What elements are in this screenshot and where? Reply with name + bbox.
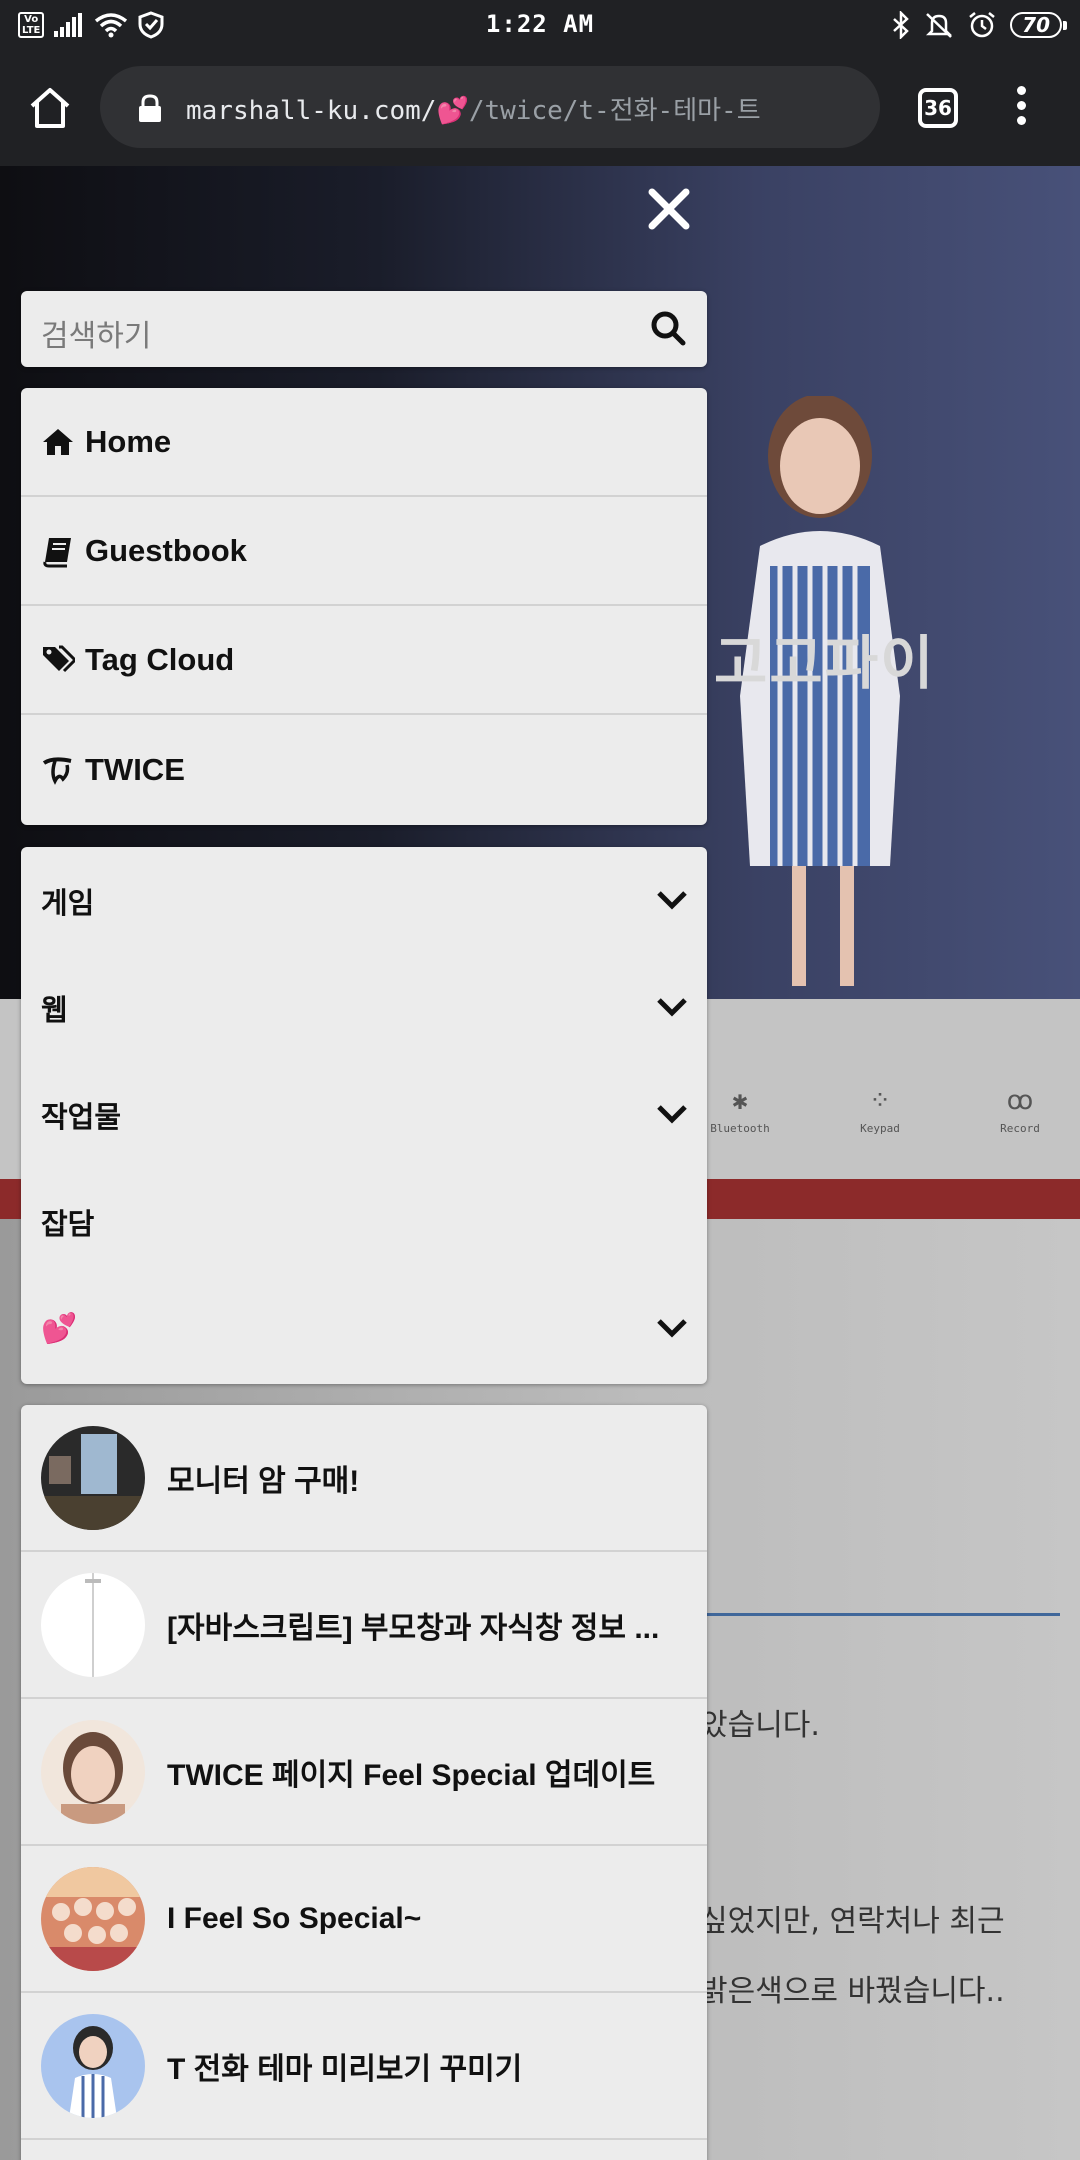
tags-icon [43, 645, 75, 672]
twice-logo-icon [42, 756, 72, 785]
browser-toolbar: marshall-ku.com/💕/twice/t-전화-테마-트 36 [0, 50, 1080, 166]
category-web[interactable]: 웹 [21, 954, 707, 1061]
bluetooth-call-icon: ✱ Bluetooth [710, 1086, 770, 1135]
post-thumbnail [41, 1719, 145, 1824]
status-bar: Vo LTE 1:22 AM 70 [0, 0, 1080, 50]
url-emoji: 💕 [436, 96, 469, 126]
url-text[interactable]: marshall-ku.com/💕/twice/t-전화-테마-트 [186, 90, 880, 127]
post-title: TWICE 페이지 Feel Special 업데이트 [167, 1758, 656, 1792]
post-item[interactable]: 모니터 암 구매! [21, 1405, 707, 1552]
call-action-buttons: ✱ Bluetooth ⁘ Keypad ꝏ Record [700, 1086, 1060, 1135]
search-icon[interactable] [649, 309, 687, 347]
chevron-down-icon[interactable] [655, 1313, 689, 1343]
category-works[interactable]: 작업물 [21, 1061, 707, 1168]
chevron-down-icon[interactable] [655, 1099, 689, 1129]
chevron-down-icon[interactable] [655, 992, 689, 1022]
post-item[interactable]: T 전화 테마 미리보기 꾸미기 [21, 1993, 707, 2140]
category-label: 💕 [41, 1311, 78, 1345]
book-icon [43, 537, 71, 567]
category-label: 게임 [41, 885, 95, 920]
nav-item-guestbook[interactable]: Guestbook [21, 497, 707, 606]
record-label: Record [1000, 1122, 1040, 1135]
recent-posts: 모니터 암 구매! [자바스크립트] 부모창과 자식창 정보 ... TWICE… [21, 1405, 707, 2160]
post-title: T 전화 테마 미리보기 꾸미기 [167, 2052, 523, 2086]
home-icon [43, 428, 73, 455]
category-chat[interactable]: 잡담 [21, 1168, 707, 1275]
category-label: 웹 [41, 992, 68, 1027]
tab-switcher-button[interactable]: 36 [918, 88, 958, 128]
article-divider [700, 1613, 1060, 1616]
post-title: [자바스크립트] 부모창과 자식창 정보 ... [167, 1611, 660, 1645]
category-hearts[interactable]: 💕 [21, 1275, 707, 1382]
nav-label-home: Home [85, 423, 172, 459]
chevron-down-icon[interactable] [655, 885, 689, 915]
nav-label-twice: TWICE [85, 751, 185, 787]
article-line-1: 았습니다. [700, 1708, 820, 1743]
post-title: 모니터 암 구매! [167, 1464, 360, 1498]
keypad-icon: ⁘ Keypad [860, 1086, 900, 1135]
search-input[interactable]: 검색하기 [41, 311, 151, 355]
bluetooth-icon [893, 11, 909, 39]
post-item[interactable]: I Feel So Special~ [21, 1846, 707, 1993]
mute-icon [926, 13, 953, 38]
battery-icon: 70 [1010, 12, 1067, 38]
home-icon[interactable] [26, 84, 74, 132]
nav-label-guestbook: Guestbook [85, 532, 247, 568]
nav-item-twice[interactable]: TWICE [21, 715, 707, 824]
close-icon[interactable] [644, 184, 694, 234]
alarm-icon [969, 12, 995, 38]
post-title: I Feel So Special~ [167, 1901, 422, 1935]
overflow-menu-icon[interactable] [1006, 86, 1036, 132]
article-line-2: 싶었지만, 연락처나 최근 [700, 1904, 1005, 1939]
search-box[interactable]: 검색하기 [21, 291, 707, 367]
category-label: 작업물 [41, 1099, 122, 1134]
url-path: /twice/t-전화-테마-트 [468, 96, 761, 126]
keypad-label: Keypad [860, 1122, 900, 1135]
nav-item-home[interactable]: Home [21, 388, 707, 497]
nav-label-tag-cloud: Tag Cloud [85, 641, 235, 677]
category-label: 잡담 [41, 1206, 95, 1241]
main-nav: Home Guestbook Tag Cloud TWICE [21, 388, 707, 825]
article-line-3: 밝은색으로 바꿨습니다.. [700, 1974, 1005, 2009]
bluetooth-call-label: Bluetooth [710, 1122, 770, 1135]
hero-text: 고고파이 [714, 629, 936, 697]
lock-icon [139, 94, 161, 122]
post-thumbnail [41, 1866, 145, 1971]
post-thumbnail [41, 1572, 145, 1677]
post-thumbnail [41, 2013, 145, 2118]
record-icon: ꝏ Record [1000, 1086, 1040, 1135]
post-item[interactable]: [자바스크립트] 부모창과 자식창 정보 ... [21, 1552, 707, 1699]
category-game[interactable]: 게임 [21, 847, 707, 954]
nav-item-tag-cloud[interactable]: Tag Cloud [21, 606, 707, 715]
post-item[interactable]: TWICE 페이지 Feel Special 업데이트 [21, 1699, 707, 1846]
post-thumbnail [41, 1425, 145, 1530]
category-list: 게임 웹 작업물 잡담 💕 [21, 847, 707, 1384]
address-bar[interactable]: marshall-ku.com/💕/twice/t-전화-테마-트 [100, 66, 880, 148]
url-host: marshall-ku.com/ [186, 96, 437, 126]
